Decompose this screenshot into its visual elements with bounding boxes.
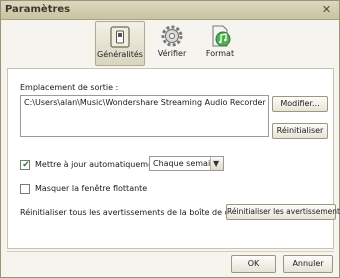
hide-floating-window-checkbox[interactable] <box>20 184 30 194</box>
ok-button[interactable]: OK <box>231 255 276 273</box>
tab-format[interactable]: Format <box>201 21 239 66</box>
hide-floating-window-label: Masquer la fenêtre flottante <box>35 184 148 193</box>
tab-verify-label: Vérifier <box>157 49 187 58</box>
reset-path-button[interactable]: Réinitialiser <box>272 123 328 139</box>
output-path-field[interactable]: C:\Users\alan\Music\Wondershare Streamin… <box>20 95 269 137</box>
checkmark-icon: ✔ <box>22 160 30 170</box>
music-file-icon <box>212 25 231 47</box>
reset-warnings-button[interactable]: Réinitialiser les avertissements <box>226 204 340 220</box>
settings-toolbar: Généralités Vérifier Format <box>1 21 339 67</box>
cancel-button[interactable]: Annuler <box>283 255 333 273</box>
tab-format-label: Format <box>205 49 235 58</box>
general-settings-icon <box>110 26 130 48</box>
tab-verify[interactable]: Vérifier <box>153 21 191 66</box>
window-title: Paramètres <box>5 4 71 15</box>
settings-dialog: Paramètres ✕ Généralités Vérifier Format… <box>0 0 340 278</box>
tab-general-label: Généralités <box>97 50 143 59</box>
update-frequency-value: Chaque semain <box>153 159 216 168</box>
modify-button[interactable]: Modifier... <box>272 96 328 112</box>
close-button[interactable]: ✕ <box>320 3 333 17</box>
dropdown-arrow-icon: ▼ <box>210 157 223 170</box>
auto-update-label: Mettre à jour automatiquement <box>35 160 162 169</box>
title-bar: Paramètres ✕ <box>1 1 339 20</box>
gear-check-icon <box>161 25 183 47</box>
tab-general[interactable]: Généralités <box>95 21 145 66</box>
update-frequency-select[interactable]: Chaque semain ▼ <box>149 156 224 171</box>
footer-divider <box>7 251 334 252</box>
output-location-label: Emplacement de sortie : <box>20 83 119 92</box>
general-settings-panel: Emplacement de sortie : C:\Users\alan\Mu… <box>7 68 340 249</box>
auto-update-checkbox[interactable]: ✔ <box>20 160 30 170</box>
